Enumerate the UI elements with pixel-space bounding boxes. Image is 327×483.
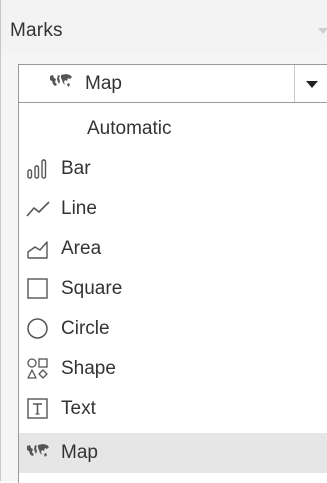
dropdown-divider <box>294 65 295 102</box>
menu-item-square[interactable]: Square <box>19 269 327 309</box>
mark-type-dropdown[interactable]: Map <box>18 64 327 103</box>
menu-item-text[interactable]: Text <box>19 389 327 429</box>
menu-item-label: Text <box>61 398 96 419</box>
marks-card-header: Marks <box>1 0 327 54</box>
menu-item-label: Circle <box>61 318 110 339</box>
marks-card-title: Marks <box>10 20 63 41</box>
bar-icon <box>25 156 51 182</box>
mark-type-selected-label: Map <box>85 73 122 94</box>
square-icon <box>25 276 51 302</box>
menu-item-line[interactable]: Line <box>19 189 327 229</box>
menu-item-label: Shape <box>61 358 116 379</box>
menu-item-bar[interactable]: Bar <box>19 149 327 189</box>
dropdown-arrow-icon[interactable] <box>306 81 318 88</box>
menu-item-automatic[interactable]: Automatic <box>19 109 327 149</box>
map-icon <box>48 73 74 93</box>
menu-item-label: Square <box>61 278 123 299</box>
text-icon <box>25 396 51 422</box>
card-menu-chevron-icon[interactable] <box>318 28 327 34</box>
menu-item-label: Line <box>61 198 97 219</box>
area-icon <box>25 236 51 262</box>
menu-item-label: Automatic <box>87 118 172 139</box>
menu-item-shape[interactable]: Shape <box>19 349 327 389</box>
menu-item-area[interactable]: Area <box>19 229 327 269</box>
line-icon <box>25 196 51 222</box>
menu-item-circle[interactable]: Circle <box>19 309 327 349</box>
mark-type-menu: Automatic Bar Line Area Square Circle Sh… <box>18 103 327 483</box>
menu-item-label: Area <box>61 238 102 259</box>
menu-item-map[interactable]: Map <box>19 433 327 473</box>
circle-icon <box>25 316 51 342</box>
menu-item-label: Bar <box>61 158 91 179</box>
shape-icon <box>25 356 51 382</box>
marks-card: Marks Map Automatic Bar Line Area Square… <box>0 0 327 483</box>
map-icon <box>25 440 51 466</box>
menu-item-label: Map <box>61 442 98 463</box>
